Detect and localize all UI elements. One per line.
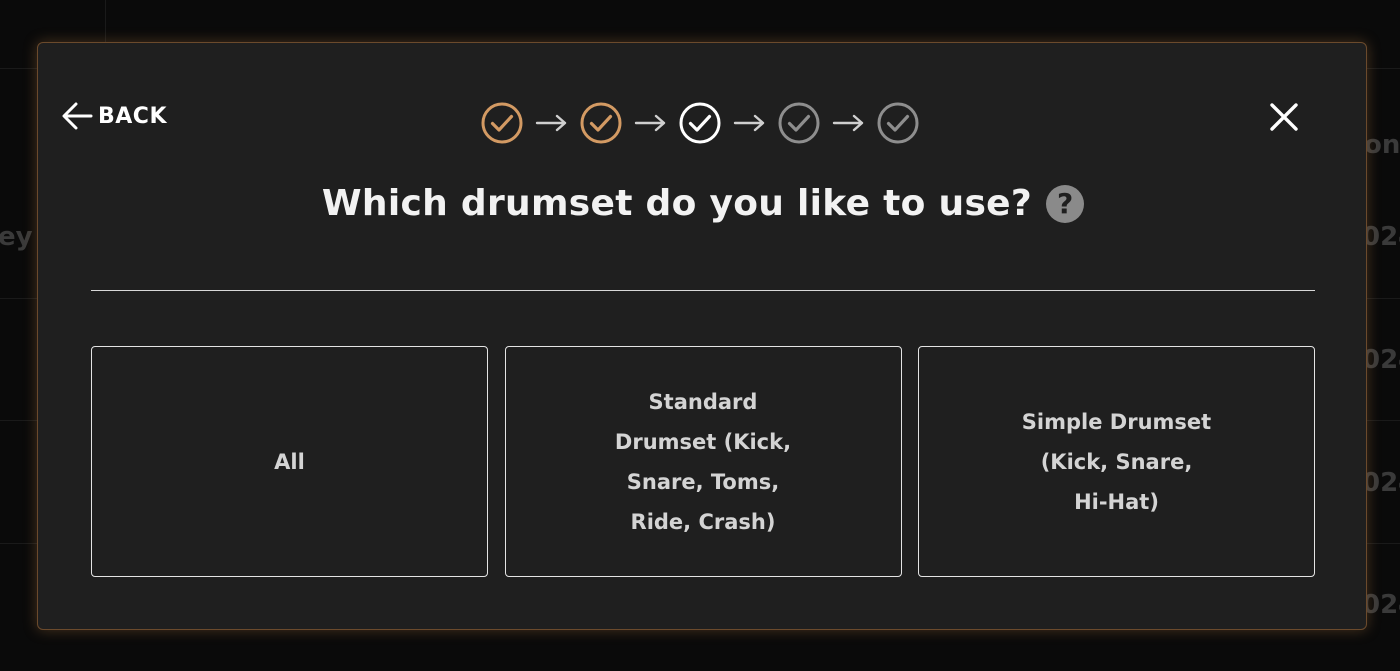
arrow-right-icon: [832, 114, 863, 132]
progress-stepper: [480, 100, 920, 146]
arrow-right-icon: [733, 114, 764, 132]
check-circle-icon: [679, 102, 721, 144]
step-arrow: [821, 101, 876, 145]
step-arrow: [623, 101, 678, 145]
backdrop-header-text: on: [1364, 130, 1400, 160]
page-title: Which drumset do you like to use?: [321, 183, 1033, 224]
question-heading: Which drumset do you like to use? ?: [38, 183, 1368, 224]
check-circle-icon: [877, 102, 919, 144]
arrow-right-icon: [535, 114, 566, 132]
check-circle-icon: [481, 102, 523, 144]
step-arrow: [722, 101, 777, 145]
backdrop-cell-text: 024: [1362, 222, 1400, 252]
close-button[interactable]: [1266, 99, 1302, 135]
help-icon[interactable]: ?: [1046, 184, 1085, 223]
backdrop-cell-text: 024: [1362, 468, 1400, 498]
check-circle-icon: [580, 102, 622, 144]
step-4-upcoming: [777, 101, 821, 145]
step-2-completed: [579, 101, 623, 145]
option-all[interactable]: All: [91, 346, 488, 577]
close-icon: [1270, 103, 1298, 131]
backdrop-cell-text: 024: [1362, 345, 1400, 375]
step-3-current: [678, 101, 722, 145]
drumset-options: All Standard Drumset (Kick, Snare, Toms,…: [91, 346, 1315, 577]
backdrop-cell-text: ey: [0, 222, 33, 252]
step-1-completed: [480, 101, 524, 145]
back-button[interactable]: BACK: [60, 99, 167, 133]
option-simple-drumset[interactable]: Simple Drumset (Kick, Snare, Hi-Hat): [918, 346, 1315, 577]
back-label: BACK: [98, 103, 167, 129]
drumset-selection-modal: BACK Which drumset do you like to use? ?…: [37, 42, 1367, 630]
arrow-right-icon: [634, 114, 665, 132]
option-label: Simple Drumset (Kick, Snare, Hi-Hat): [1021, 409, 1212, 514]
step-arrow: [524, 101, 579, 145]
arrow-left-icon: [62, 102, 93, 130]
check-circle-icon: [778, 102, 820, 144]
backdrop-cell-text: 024: [1362, 590, 1400, 620]
option-label: Standard Drumset (Kick, Snare, Toms, Rid…: [614, 389, 792, 534]
step-5-upcoming: [876, 101, 920, 145]
option-label: All: [274, 449, 305, 474]
section-divider: [91, 290, 1315, 291]
option-standard-drumset[interactable]: Standard Drumset (Kick, Snare, Toms, Rid…: [504, 346, 902, 577]
